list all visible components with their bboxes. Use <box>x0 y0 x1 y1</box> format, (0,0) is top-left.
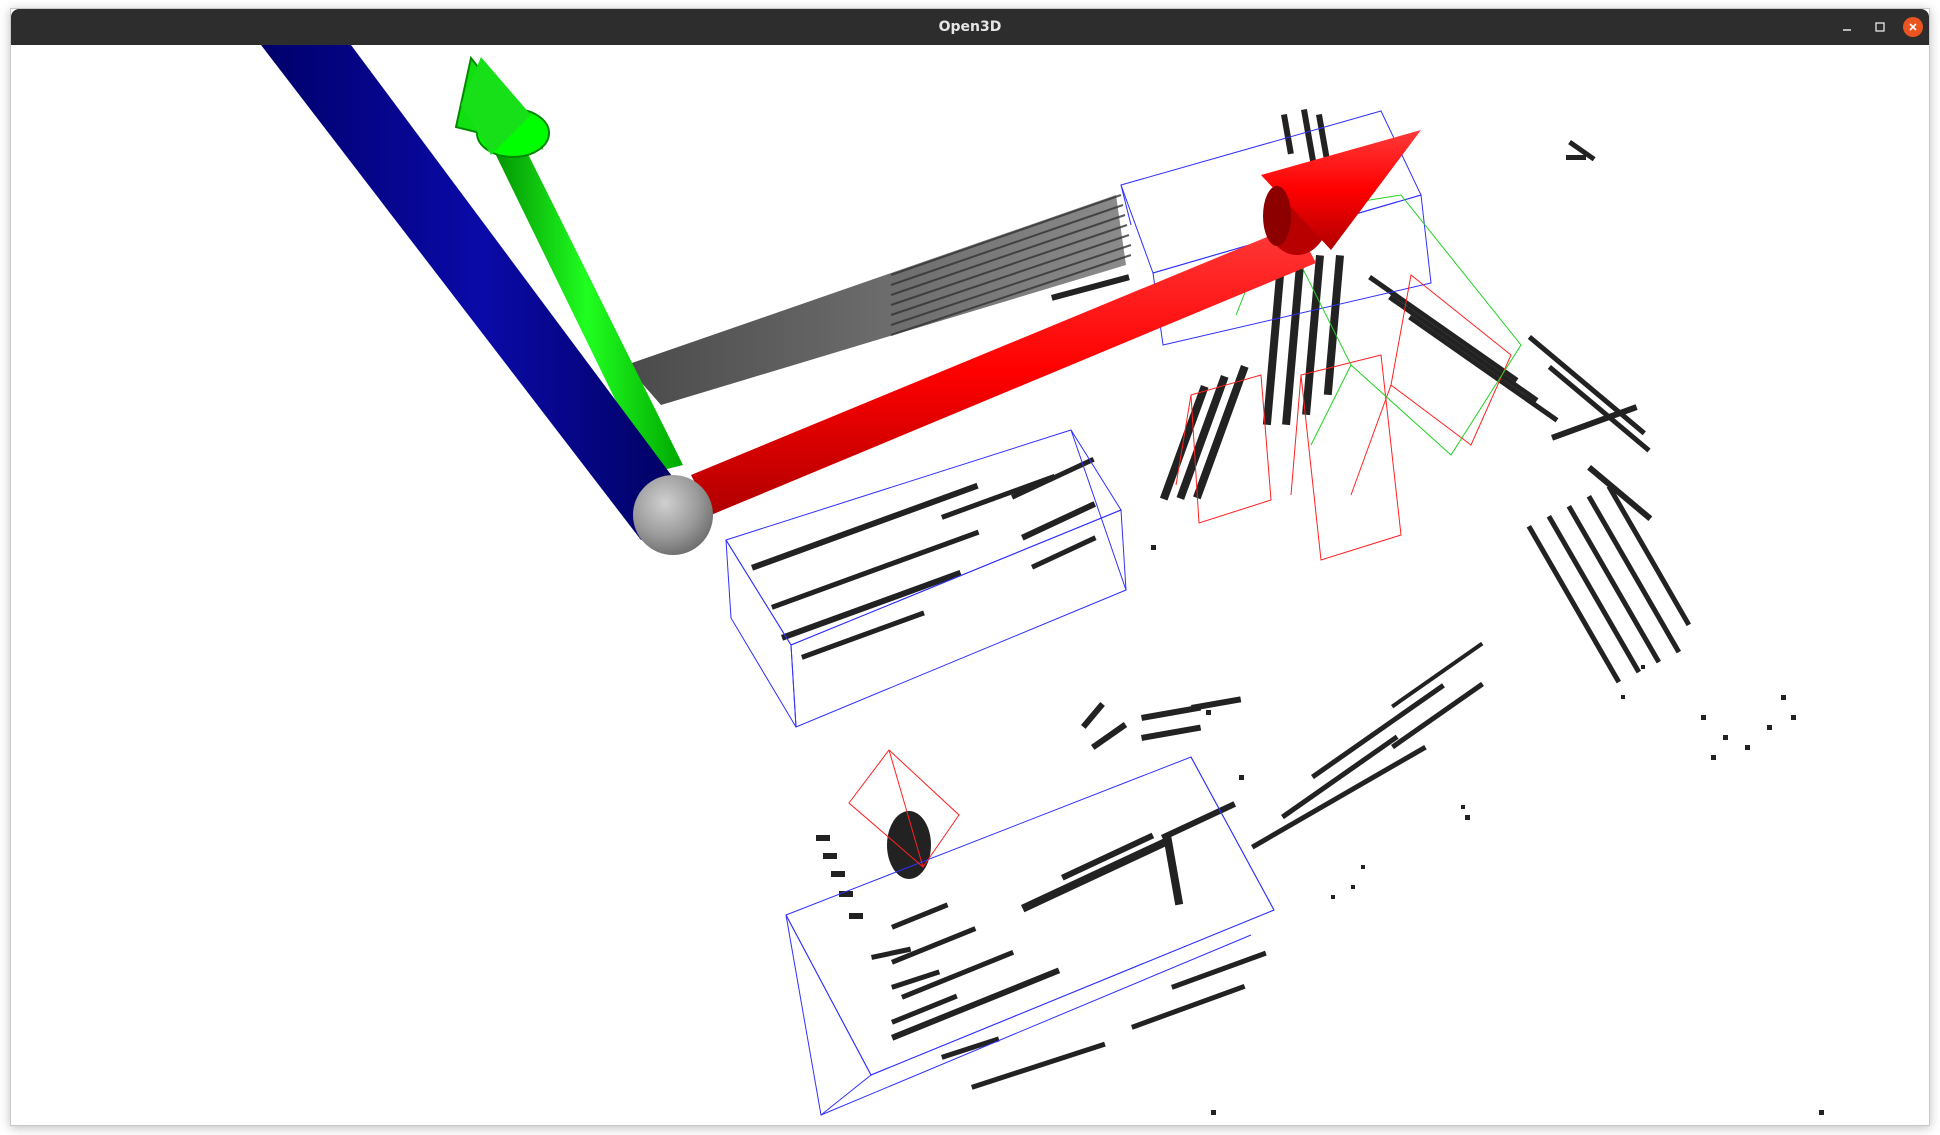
maximize-button[interactable] <box>1870 17 1890 37</box>
3d-viewport[interactable] <box>11 45 1929 1125</box>
pedestrian-box-4[interactable] <box>1350 274 1512 496</box>
close-icon <box>1909 23 1917 31</box>
minimize-button[interactable] <box>1837 17 1857 37</box>
title-bar[interactable]: Open3D <box>11 9 1929 45</box>
window-title: Open3D <box>938 19 1002 35</box>
close-button[interactable] <box>1903 17 1923 37</box>
vehicle-box-3[interactable] <box>785 756 1275 1116</box>
scene-canvas[interactable] <box>11 45 1929 1125</box>
pedestrian-box-2[interactable] <box>1175 374 1272 524</box>
maximize-icon <box>1875 22 1885 32</box>
minimize-icon <box>1843 29 1851 31</box>
open3d-window: Open3D <box>10 8 1930 1126</box>
origin-sphere <box>633 475 713 555</box>
